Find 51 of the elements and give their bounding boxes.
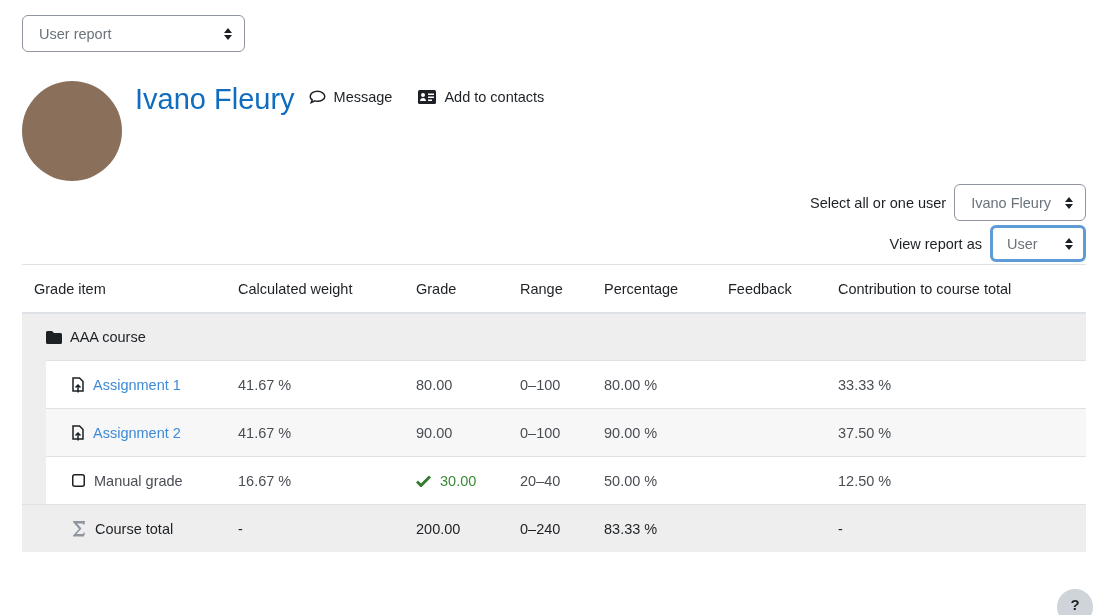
folder-icon	[46, 330, 62, 344]
percentage-cell-text: 83.33 %	[603, 520, 659, 537]
grade-item-name: Manual grade	[94, 472, 183, 489]
column-header: Feedback	[727, 280, 793, 297]
report-select[interactable]: User report	[22, 15, 245, 52]
grade-value: 90.00	[416, 424, 453, 441]
filter-select[interactable]: Ivano Fleury	[954, 184, 1086, 221]
contribution-cell-text: -	[837, 520, 844, 537]
weight-cell-text: 41.67 %	[237, 376, 293, 393]
filter-select[interactable]: User	[990, 225, 1086, 262]
user-name-link[interactable]: Ivano Fleury	[135, 81, 295, 117]
column-header: Grade item	[33, 280, 107, 297]
column-header: Calculated weight	[237, 280, 354, 297]
weight-cell-text: -	[237, 520, 244, 537]
contribution-cell-text: 37.50 %	[837, 424, 893, 441]
sort-arrows-icon	[224, 27, 232, 40]
contribution-cell-text: 12.50 %	[837, 472, 893, 489]
sort-arrows-icon	[1065, 196, 1073, 209]
column-header: Range	[519, 280, 564, 297]
range-cell-text: 0–100	[519, 424, 562, 441]
weight-cell-text: 41.67 %	[237, 424, 293, 441]
contact-card-icon	[418, 90, 437, 104]
range-cell-text: 0–100	[519, 376, 562, 393]
file-upload-icon	[72, 424, 84, 441]
grade-value: 200.00	[415, 520, 462, 537]
grade-value: 30.00	[440, 472, 477, 489]
percentage-cell-text: 50.00 %	[603, 472, 659, 489]
help-button[interactable]: ?	[1057, 589, 1093, 615]
contribution-cell-text: 33.33 %	[837, 376, 893, 393]
message-link[interactable]: Message	[308, 89, 393, 105]
square-icon	[72, 474, 85, 487]
filter-label: Select all or one user	[810, 194, 947, 211]
range-cell-text: 0–240	[519, 520, 562, 537]
percentage-cell-text: 90.00 %	[603, 424, 659, 441]
grade-item-link[interactable]: Assignment 2	[93, 424, 181, 441]
column-header: Percentage	[603, 280, 680, 297]
file-upload-icon	[72, 376, 84, 393]
grade-item-link[interactable]: Assignment 1	[93, 376, 181, 393]
column-header: Grade	[415, 280, 458, 297]
category-name: AAA course	[70, 329, 146, 345]
total-name: Course total	[95, 520, 174, 537]
column-header: Contribution to course total	[837, 280, 1013, 297]
speech-bubble-icon	[308, 90, 326, 104]
percentage-cell-text: 80.00 %	[603, 376, 659, 393]
range-cell-text: 20–40	[519, 472, 562, 489]
grade-value: 80.00	[416, 376, 453, 393]
sigma-icon	[72, 520, 86, 537]
sort-arrows-icon	[1065, 237, 1073, 250]
weight-cell-text: 16.67 %	[237, 472, 293, 489]
add-contact-link[interactable]: Add to contacts	[418, 89, 545, 105]
filter-label: View report as	[889, 235, 982, 252]
